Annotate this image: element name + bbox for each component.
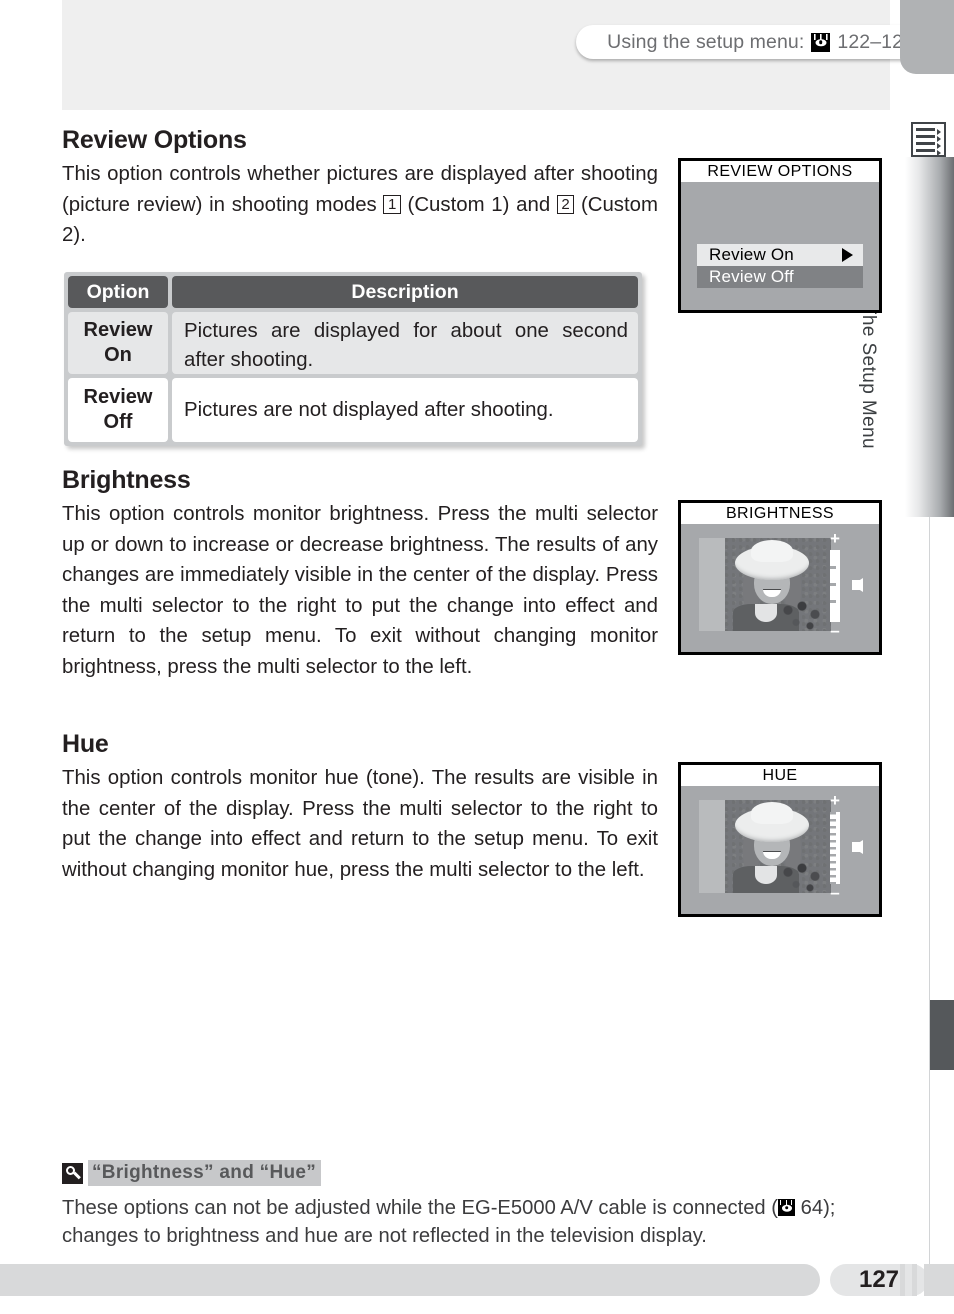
footnote-heading: “Brightness” and “Hue”	[62, 1160, 894, 1186]
portrait-thumbnail	[699, 538, 831, 631]
table-header-option: Option	[68, 276, 168, 308]
slider-plus-label: +	[830, 791, 840, 810]
footer-tick	[924, 1264, 954, 1296]
screen-title-review-options: REVIEW OPTIONS	[681, 161, 879, 182]
menu-item-review-on[interactable]: Review On	[697, 244, 863, 266]
footnote-body-part1: These options can not be adjusted while …	[62, 1197, 778, 1219]
page-title-hue: Hue	[62, 730, 109, 758]
left-triangle-knob-icon[interactable]	[852, 840, 863, 854]
menu-item-review-off[interactable]: Review Off	[697, 266, 863, 288]
footer-tick	[912, 1264, 917, 1296]
section-hue: Hue This option controls monitor hue (to…	[62, 730, 658, 885]
slider-plus-label: +	[830, 529, 840, 548]
section-review-options: Review Options This option controls whet…	[62, 126, 658, 251]
camera-screen-hue: HUE + –	[678, 762, 882, 917]
paragraph-brightness: This option controls monitor brightness.…	[62, 503, 658, 678]
sidebar-tab-top	[900, 0, 954, 74]
screen-title-hue: HUE	[681, 765, 879, 786]
table-cell-option-review-on: Review On	[68, 312, 168, 374]
paragraph-hue: This option controls monitor hue (tone).…	[62, 767, 658, 881]
slider-minus-label: –	[830, 883, 840, 902]
table-header-row: Option Description	[68, 276, 638, 308]
slider-ticks	[830, 550, 840, 622]
screen-body-brightness: + –	[681, 524, 879, 652]
sidebar-chapter-marker	[930, 1000, 954, 1070]
eye-page-reference-icon	[811, 32, 831, 52]
table-cell-description-review-off: Pictures are not displayed after shootin…	[172, 378, 638, 442]
footnote: “Brightness” and “Hue” These options can…	[62, 1160, 894, 1250]
camera-screen-brightness: BRIGHTNESS + –	[678, 500, 882, 655]
eye-page-reference-icon	[778, 1199, 795, 1216]
menu-item-review-off-label: Review Off	[709, 267, 794, 286]
footnote-title: “Brightness” and “Hue”	[88, 1160, 322, 1186]
screen-body-hue: + –	[681, 786, 879, 914]
mode-badge-1: 1	[383, 194, 401, 214]
screen-body-review-options: Review On Review Off	[681, 182, 879, 310]
section-brightness: Brightness This option controls monitor …	[62, 466, 658, 682]
mode-badge-2: 2	[556, 194, 575, 214]
brightness-slider[interactable]: + –	[823, 529, 863, 640]
left-triangle-knob-icon[interactable]	[852, 578, 863, 592]
page-title-brightness: Brightness	[62, 466, 191, 494]
paragraph-part2: (Custom 1) and	[400, 193, 557, 216]
footnote-page-ref: 64	[800, 1197, 824, 1219]
running-head-text: Using the setup menu:	[607, 30, 805, 53]
footer-bar	[0, 1264, 820, 1296]
slider-minus-label: –	[830, 621, 840, 640]
table-header-description: Description	[172, 276, 638, 308]
right-triangle-icon	[842, 248, 853, 262]
hue-slider[interactable]: + –	[823, 791, 863, 902]
screen-title-brightness: BRIGHTNESS	[681, 503, 879, 524]
sidebar-gradient	[905, 157, 954, 517]
portrait-thumbnail	[699, 800, 831, 893]
camera-screen-review-options: REVIEW OPTIONS Review On Review Off	[678, 158, 882, 313]
table-row: Review On Pictures are displayed for abo…	[68, 312, 638, 374]
magnifier-icon	[62, 1162, 83, 1184]
table-cell-option-review-off: Review Off	[68, 378, 168, 442]
paragraph-review-options: This option controls whether pictures ar…	[62, 159, 658, 251]
footer-tick	[900, 1264, 905, 1296]
option-table: Option Description Review On Pictures ar…	[64, 272, 642, 446]
menu-list-icon	[911, 122, 946, 157]
table-row: Review Off Pictures are not displayed af…	[68, 378, 638, 442]
menu-item-review-on-label: Review On	[709, 245, 794, 264]
slider-ticks	[830, 812, 840, 884]
footnote-body: These options can not be adjusted while …	[62, 1194, 894, 1250]
running-head: Using the setup menu: 122–123	[576, 25, 936, 59]
page-title-review-options: Review Options	[62, 126, 247, 154]
table-cell-description-review-on: Pictures are displayed for about one sec…	[172, 312, 638, 374]
